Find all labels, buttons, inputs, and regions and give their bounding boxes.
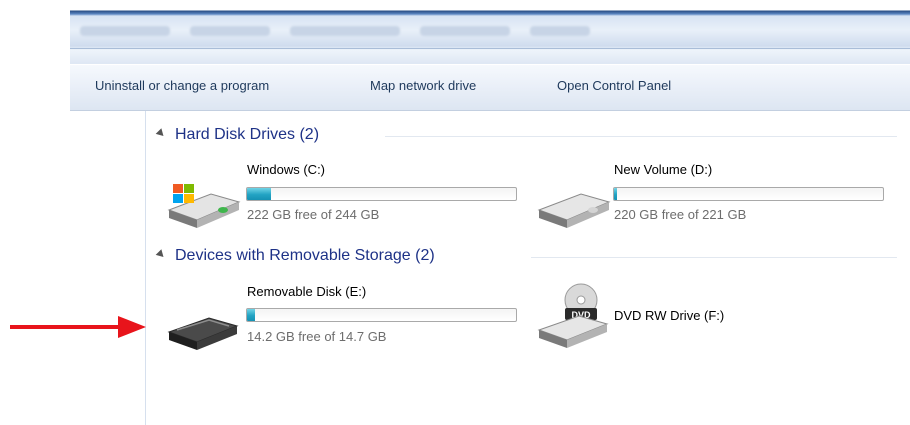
blurred-address-segment (420, 26, 510, 36)
map-network-drive-button[interactable]: Map network drive (370, 78, 476, 93)
open-control-panel-button[interactable]: Open Control Panel (557, 78, 671, 93)
navigation-pane[interactable] (70, 111, 146, 425)
drive-name: DVD RW Drive (F:) (614, 308, 725, 323)
usage-fill (614, 188, 617, 200)
drive-free-space: 220 GB free of 221 GB (614, 207, 747, 222)
red-arrow-icon (10, 316, 146, 338)
drive-usage-bar (246, 187, 517, 201)
drive-free-space: 14.2 GB free of 14.7 GB (247, 329, 387, 344)
group-divider (531, 257, 897, 258)
usage-fill (247, 309, 256, 321)
blurred-address-segment (190, 26, 270, 36)
drive-usage-bar (246, 308, 517, 322)
drive-free-space: 222 GB free of 244 GB (247, 207, 380, 222)
collapse-triangle-icon[interactable] (155, 128, 167, 139)
drive-name: Windows (C:) (247, 162, 326, 177)
collapse-triangle-icon[interactable] (155, 249, 167, 260)
group-header-removable-storage[interactable]: Devices with Removable Storage (2) (155, 247, 897, 267)
drive-windows-c[interactable]: Windows (C:) 222 GB free of 244 GB (160, 160, 520, 230)
uninstall-program-button[interactable]: Uninstall or change a program (95, 78, 269, 93)
drive-name: Removable Disk (E:) (247, 284, 367, 299)
drive-new-volume-d[interactable]: New Volume (D:) 220 GB free of 221 GB (530, 160, 890, 230)
drive-removable-disk-e[interactable]: Removable Disk (E:) 14.2 GB free of 14.7… (160, 282, 520, 352)
blurred-address-segment (290, 26, 400, 36)
command-toolbar: Uninstall or change a program Map networ… (70, 64, 910, 111)
group-title: Devices with Removable Storage (2) (175, 247, 435, 264)
drive-dvd-rw-f[interactable]: DVD DVD RW Drive (F:) (530, 278, 890, 352)
removable-disk-icon (167, 317, 239, 350)
usage-fill (247, 188, 272, 200)
group-title: Hard Disk Drives (2) (175, 126, 320, 143)
dvd-drive-icon: DVD (537, 283, 609, 348)
drive-usage-bar (613, 187, 884, 201)
group-divider (385, 136, 897, 137)
windows-hard-drive-icon (167, 184, 241, 228)
blurred-address-segment (80, 26, 170, 36)
drive-name: New Volume (D:) (614, 162, 713, 177)
window-top-bar (70, 0, 910, 64)
group-header-hard-disk-drives[interactable]: Hard Disk Drives (2) (155, 126, 897, 146)
blurred-address-segment (530, 26, 590, 36)
hard-drive-icon (537, 193, 611, 228)
